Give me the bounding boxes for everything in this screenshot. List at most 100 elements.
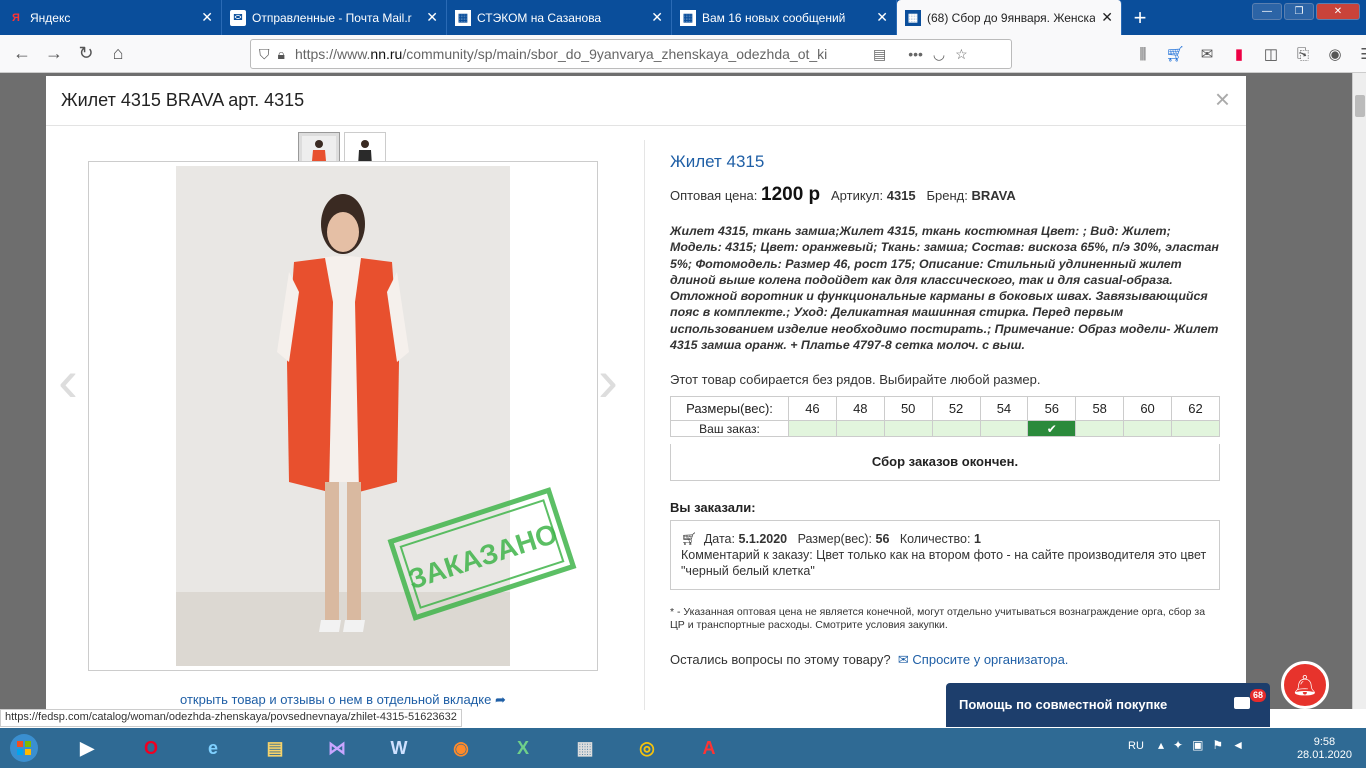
window-close-icon[interactable]: ✕ [1316, 3, 1360, 20]
back-icon[interactable]: ← [6, 38, 38, 70]
brand-value: BRAVA [971, 188, 1016, 203]
price-label: Оптовая цена: [670, 188, 758, 203]
library-icon[interactable]: ⫼ [1130, 39, 1156, 69]
order-cell[interactable] [1075, 420, 1125, 437]
checkmark-icon: ✔ [1046, 421, 1057, 436]
more-actions-icon[interactable]: ••• [908, 46, 923, 62]
language-indicator[interactable]: RU [1128, 740, 1144, 752]
open-in-new-tab-link[interactable]: открыть товар и отзывы о нем в отдельной… [180, 692, 506, 708]
acrobat-icon[interactable]: A [682, 730, 736, 766]
qty-label: Количество: [899, 532, 971, 546]
tray-icons[interactable]: ▴✦▣⚑◄ [1158, 738, 1253, 752]
order-line: 🛒︎ Дата: 5.1.2020 Размер(вес): 56 Количе… [681, 531, 1209, 547]
date-value: 5.1.2020 [738, 532, 788, 546]
tab-stekom[interactable]: ▦ СТЭКОМ на Сазанова ✕ [447, 0, 672, 35]
brand-label: Бренд: [926, 188, 968, 203]
media-player-icon[interactable]: ▶ [60, 730, 114, 766]
order-label: Ваш заказ: [670, 420, 789, 437]
order-summary: 🛒︎ Дата: 5.1.2020 Размер(вес): 56 Количе… [670, 520, 1220, 590]
mail-extension-icon[interactable]: ✉ [1194, 39, 1220, 69]
minimize-icon[interactable]: — [1252, 3, 1282, 20]
home-icon[interactable]: ⌂ [102, 38, 134, 70]
firefox-icon[interactable]: ◉ [434, 730, 488, 766]
close-icon[interactable]: ✕ [651, 9, 663, 26]
product-main-image[interactable]: ЗАКАЗАНО [88, 161, 598, 671]
tab-title: СТЭКОМ на Сазанова [477, 10, 602, 25]
account-icon[interactable]: ◉ [1322, 39, 1348, 69]
product-name[interactable]: Жилет 4315 [670, 152, 764, 172]
size-cell: 62 [1171, 396, 1220, 421]
internet-explorer-icon[interactable]: e [186, 730, 240, 766]
tab-title: Вам 16 новых сообщений [702, 10, 846, 25]
order-cell[interactable] [835, 420, 885, 437]
ask-organizer-row: Остались вопросы по этому товару? ✉ Спро… [670, 652, 1068, 668]
order-cell[interactable] [979, 420, 1029, 437]
calculator-icon[interactable]: ▦ [558, 730, 612, 766]
cart-icon: 🛒︎ [681, 532, 697, 546]
new-tab-icon[interactable]: + [1122, 0, 1158, 35]
reader-view-icon[interactable]: ▤ [873, 46, 886, 63]
tile-icon: ▦ [905, 9, 921, 26]
ask-organizer-link[interactable]: Спросите у организатора. [912, 652, 1068, 667]
clock[interactable]: 9:58 28.01.2020 [1297, 736, 1352, 762]
order-cell[interactable] [788, 420, 837, 437]
column-divider [644, 140, 645, 710]
prev-image-icon[interactable]: ‹ [58, 346, 78, 415]
order-cell[interactable] [1123, 420, 1172, 437]
restore-icon[interactable]: ❐ [1284, 3, 1314, 20]
visual-studio-icon[interactable]: ⋈ [310, 730, 364, 766]
tab-title: (68) Сбор до 9января. Женска [927, 10, 1096, 25]
page-scrollbar[interactable] [1352, 73, 1366, 709]
shield-icon: ⛉ [259, 45, 270, 62]
collection-closed-notice: Сбор заказов окончен. [670, 444, 1220, 481]
pocket-icon[interactable]: ◡ [933, 46, 945, 63]
size-value: 56 [875, 532, 890, 546]
size-cell: 48 [835, 396, 885, 421]
close-icon[interactable]: × [1215, 86, 1230, 112]
price-footnote: * - Указанная оптовая цена не является к… [670, 606, 1206, 631]
notification-bell-icon[interactable]: 🔔︎ [1281, 661, 1329, 709]
close-icon[interactable]: ✕ [1101, 9, 1113, 26]
yandex-icon: Я [12, 11, 20, 24]
help-badge: 68 [1249, 689, 1266, 702]
close-icon[interactable]: ✕ [876, 9, 888, 26]
start-button-icon[interactable] [0, 730, 48, 766]
screenshot-icon[interactable]: ⎘ [1290, 39, 1316, 69]
close-icon[interactable]: ✕ [201, 9, 213, 26]
help-widget[interactable]: Помощь по совместной покупке 68 [946, 683, 1270, 727]
word-icon[interactable]: W [372, 730, 426, 766]
product-description: Жилет 4315, ткань замша;Жилет 4315, ткан… [670, 224, 1219, 353]
excel-icon[interactable]: X [496, 730, 550, 766]
order-cell[interactable] [883, 420, 933, 437]
flag-icon[interactable]: ▮ [1226, 39, 1252, 69]
tab-active-sbor[interactable]: ▦ (68) Сбор до 9января. Женска ✕ [897, 0, 1122, 35]
scrollbar-thumb[interactable] [1355, 95, 1365, 117]
menu-icon[interactable]: ☰ [1354, 39, 1366, 69]
file-explorer-icon[interactable]: ▤ [248, 730, 302, 766]
order-cell[interactable] [931, 420, 981, 437]
bookmark-star-icon[interactable]: ☆ [955, 46, 968, 63]
sidebar-icon[interactable]: ◫ [1258, 39, 1284, 69]
article-value: 4315 [886, 188, 916, 203]
tile-icon: ▦ [455, 9, 471, 26]
size-cell: 60 [1123, 396, 1172, 421]
tab-mail[interactable]: ✉ Отправленные - Почта Mail.r ✕ [222, 0, 447, 35]
sizes-label: Размеры(вес): [670, 396, 789, 421]
next-image-icon[interactable]: › [598, 346, 618, 415]
address-bar[interactable]: ⛉ 🔒︎ https://www.nn.ru/community/sp/main… [250, 39, 1012, 69]
opera-icon[interactable]: O [124, 730, 178, 766]
product-modal: Жилет 4315 BRAVA арт. 4315 × ЗАКАЗАНО ‹ … [46, 76, 1246, 716]
status-url: https://fedsp.com/catalog/woman/odezhda-… [0, 709, 462, 727]
tab-yandex[interactable]: Я Яндекс ✕ [0, 0, 222, 35]
reload-icon[interactable]: ↻ [70, 38, 102, 70]
tab-messages[interactable]: ▦ Вам 16 новых сообщений ✕ [672, 0, 897, 35]
date-label: Дата: [703, 532, 735, 546]
chrome-icon[interactable]: ◎ [620, 730, 674, 766]
close-icon[interactable]: ✕ [426, 9, 438, 26]
tab-title: Отправленные - Почта Mail.r [252, 10, 412, 25]
order-cell[interactable] [1171, 420, 1220, 437]
forward-icon[interactable]: → [38, 38, 70, 70]
order-cell-selected[interactable]: ✔ [1027, 420, 1077, 437]
question-text: Остались вопросы по этому товару? [670, 652, 891, 667]
cart-icon[interactable]: 🛒︎ [1162, 39, 1188, 69]
